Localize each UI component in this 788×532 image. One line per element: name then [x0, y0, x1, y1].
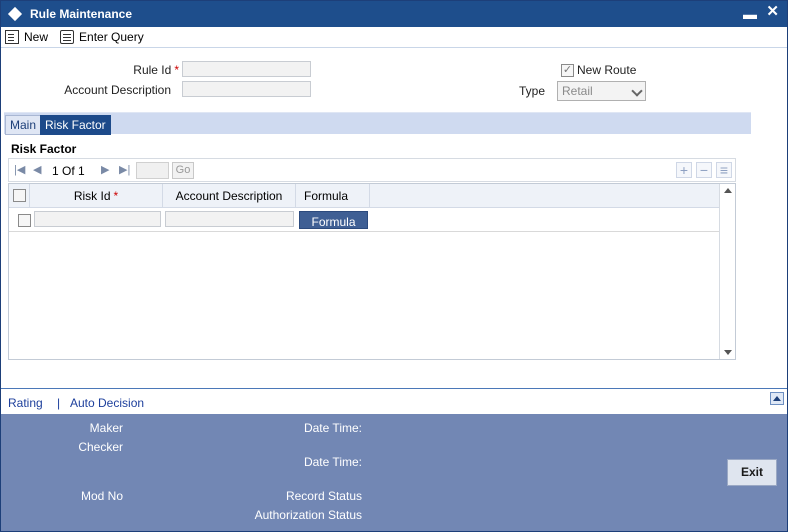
auto-decision-link[interactable]: Auto Decision — [70, 396, 144, 410]
risk-factor-grid: Risk Id * Account Description Formula For… — [8, 183, 736, 360]
row-account-description-input[interactable] — [165, 211, 294, 227]
enter-query-button[interactable]: Enter Query — [60, 30, 144, 44]
risk-id-input[interactable] — [34, 211, 161, 227]
tab-main[interactable]: Main — [5, 115, 42, 135]
close-icon[interactable]: ✕ — [766, 4, 779, 19]
col-account-description: Account Description — [163, 184, 296, 208]
query-icon — [60, 30, 75, 44]
last-page-icon[interactable]: ▶| — [119, 163, 130, 176]
go-button[interactable]: Go — [172, 162, 194, 179]
first-page-icon[interactable]: |◀ — [14, 163, 25, 176]
new-route-label: New Route — [577, 63, 637, 77]
new-label: New — [24, 30, 49, 44]
link-bar: Rating | Auto Decision — [1, 388, 787, 414]
formula-button[interactable]: Formula — [299, 211, 368, 229]
risk-factor-section-title: Risk Factor — [11, 142, 77, 156]
enter-query-label: Enter Query — [79, 30, 144, 44]
rule-id-input[interactable] — [182, 61, 311, 77]
new-button[interactable]: New — [5, 30, 48, 44]
chevron-down-icon — [631, 85, 643, 97]
tab-risk-factor[interactable]: Risk Factor — [40, 115, 111, 135]
new-document-icon — [5, 30, 19, 44]
delete-row-icon[interactable]: − — [696, 162, 712, 178]
add-row-icon[interactable]: + — [676, 162, 692, 178]
col-risk-id: Risk Id * — [30, 184, 163, 208]
single-view-icon[interactable]: ≡ — [716, 162, 732, 178]
rule-id-label: Rule Id * — [133, 63, 179, 77]
toolbar: New Enter Query — [1, 27, 787, 48]
checker-date-time-label: Date Time: — [303, 455, 362, 469]
grid-header: Risk Id * Account Description Formula — [9, 184, 719, 208]
select-all-checkbox[interactable] — [13, 189, 26, 202]
page-indicator: 1 Of 1 — [52, 164, 85, 178]
type-label: Type — [518, 84, 545, 98]
type-select-value: Retail — [562, 84, 593, 98]
rating-link[interactable]: Rating — [8, 396, 43, 410]
window-title: Rule Maintenance — [30, 7, 133, 21]
risk-factor-pager: |◀ ◀ 1 Of 1 ▶ ▶| Go + − ≡ — [8, 158, 736, 182]
scroll-up-icon[interactable] — [724, 188, 732, 193]
link-separator: | — [57, 396, 61, 410]
next-page-icon[interactable]: ▶ — [101, 163, 109, 176]
rule-maintenance-window: Rule Maintenance ▬ ✕ New Enter Query Rul… — [0, 0, 788, 532]
minimize-icon[interactable]: ▬ — [743, 7, 757, 21]
table-row: Formula — [9, 208, 719, 232]
scroll-down-icon[interactable] — [724, 350, 732, 355]
tab-bar: Main Risk Factor — [4, 112, 751, 135]
account-description-label: Account Description — [64, 83, 171, 97]
row-checkbox[interactable] — [18, 214, 31, 227]
grid-scrollbar[interactable] — [719, 184, 735, 359]
record-status-label: Record Status — [285, 489, 362, 503]
page-number-input[interactable] — [136, 162, 169, 179]
new-route-checkbox[interactable]: ✓ — [561, 64, 574, 77]
maker-date-time-label: Date Time: — [303, 421, 362, 435]
account-description-input[interactable] — [182, 81, 311, 97]
previous-page-icon[interactable]: ◀ — [33, 163, 41, 176]
col-formula: Formula — [296, 184, 370, 208]
window-diamond-icon — [7, 6, 23, 22]
mod-no-label: Mod No — [80, 489, 123, 503]
type-select[interactable]: Retail — [557, 81, 646, 101]
authorization-status-label: Authorization Status — [254, 508, 362, 522]
exit-button[interactable]: Exit — [727, 459, 777, 486]
required-mark: * — [174, 63, 179, 77]
maker-label: Maker — [89, 421, 123, 435]
checker-label: Checker — [78, 440, 123, 454]
title-bar: Rule Maintenance ▬ ✕ — [1, 1, 787, 27]
collapse-up-icon[interactable] — [770, 392, 784, 405]
select-all-cell — [9, 184, 30, 208]
audit-footer: Maker Checker Date Time: Date Time: Mod … — [1, 414, 787, 531]
